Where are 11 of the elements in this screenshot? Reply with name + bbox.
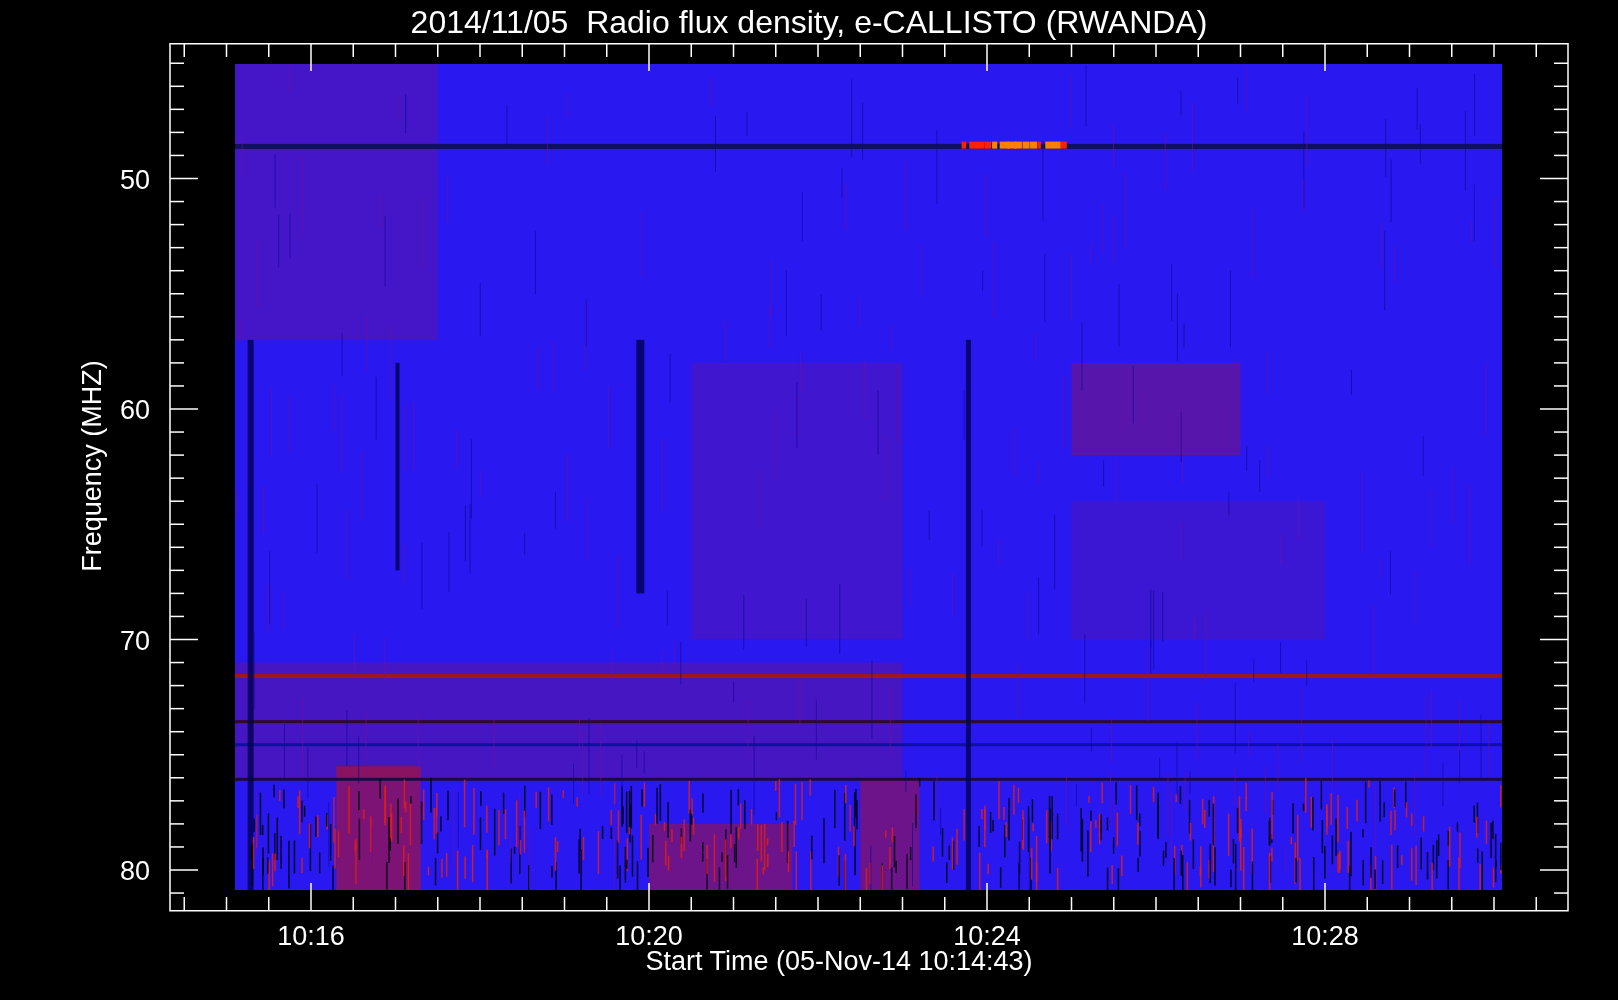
tick-label: 10:20 — [615, 921, 683, 948]
axis-title: Start Time (05-Nov-14 10:14:43) — [645, 948, 1033, 978]
tick-label: 70 — [119, 625, 150, 656]
axis-title: Frequency (MHZ) — [77, 360, 107, 572]
tick-label: 80 — [119, 856, 150, 886]
tick-label: 10:28 — [1291, 921, 1359, 948]
tick-label: 10:16 — [277, 921, 345, 948]
tick-label: 10:24 — [953, 921, 1021, 948]
chart-title: 2014/11/05 Radio flux density, e-CALLISTO (RWANDA) — [410, 5, 1208, 38]
tick-label: 60 — [119, 395, 150, 425]
tick-label: 50 — [119, 164, 150, 195]
